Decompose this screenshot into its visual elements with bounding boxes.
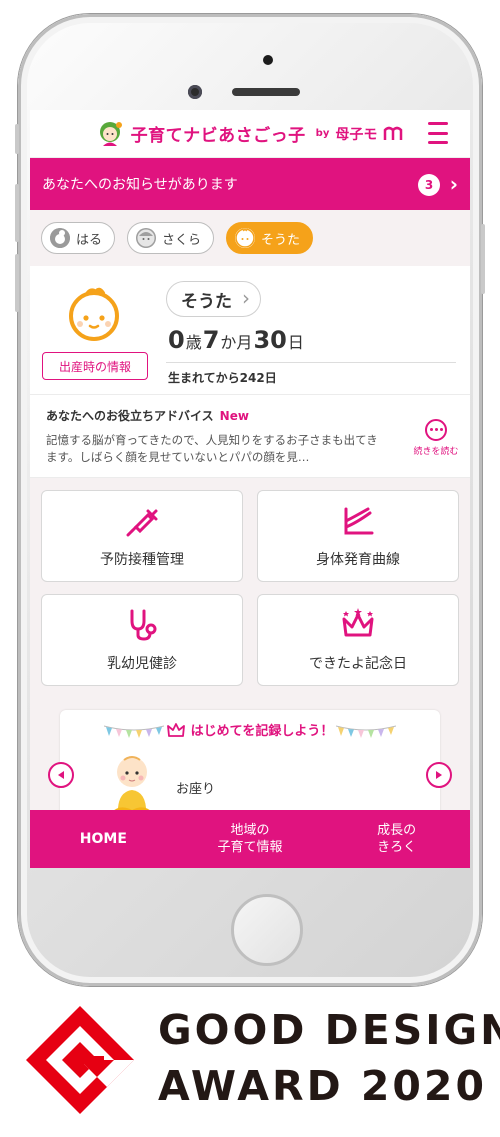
- notification-count-badge: 3: [418, 174, 440, 196]
- new-badge: New: [219, 409, 249, 423]
- health-checkup-button[interactable]: 乳幼児健診: [41, 594, 243, 686]
- child-name-label: はる: [76, 232, 103, 248]
- logo-girl-icon: [99, 121, 122, 146]
- app-logo[interactable]: 子育てナビあさごっ子 by 母子モ: [95, 119, 406, 149]
- speech-bubble-icon: [425, 419, 447, 441]
- g-mark-logo: [26, 1006, 134, 1114]
- notification-text: あなたへのお知らせがあります: [42, 177, 238, 193]
- crown-icon: [166, 722, 185, 737]
- boshimo-logo: 母子モ: [335, 126, 378, 143]
- child-souta-avatar-icon: [235, 228, 256, 248]
- award-title: GOOD DESIGN AWARD 2020: [158, 1002, 500, 1114]
- read-more-button[interactable]: 続きを読む: [412, 419, 460, 457]
- boshimo-m-icon: [384, 126, 403, 140]
- menu-label: 身体発育曲線: [316, 552, 400, 568]
- child-age: 0 歳 7 か月 30 日: [168, 326, 305, 354]
- triangle-right-icon: [436, 771, 442, 779]
- home-button[interactable]: [231, 894, 303, 966]
- first-record-carousel[interactable]: はじめてを記録しよう！ お座り: [60, 710, 440, 820]
- menu-label: 乳幼児健診: [107, 656, 177, 672]
- tab-local-info[interactable]: 地域の 子育て情報: [177, 810, 324, 868]
- earpiece-speaker: [232, 88, 300, 96]
- mute-switch: [15, 124, 19, 154]
- days-since-birth: 生まれてから242日: [168, 371, 277, 385]
- power-button: [481, 224, 485, 294]
- app-screen: 子育てナビあさごっ子 by 母子モ あなたへのお知らせがあります 3 › はる …: [30, 110, 470, 868]
- child-tab-sakura[interactable]: さくら: [127, 222, 215, 254]
- age-days-unit: 日: [287, 333, 304, 352]
- age-years-unit: 歳: [185, 333, 202, 352]
- logo-by: by: [315, 128, 330, 139]
- proximity-sensor: [188, 85, 202, 99]
- growth-curve-icon: [344, 507, 374, 535]
- menu-hamburger-icon[interactable]: [428, 122, 448, 144]
- award-line-2: AWARD 2020: [158, 1062, 487, 1110]
- read-more-label: 続きを読む: [413, 447, 459, 457]
- award-line-1: GOOD DESIGN: [158, 1006, 500, 1054]
- advice-card[interactable]: あなたへのお役立ちアドバイス New 記憶する脳が育ってきたので、人見知りをするお…: [30, 394, 470, 478]
- tab-label: 地域の 子育て情報: [217, 823, 283, 855]
- child-selector: はる さくら そうた: [30, 210, 470, 266]
- volume-down-button: [15, 254, 19, 312]
- crown-icon: [342, 608, 374, 637]
- child-tab-souta[interactable]: そうた: [226, 222, 314, 254]
- child-name-button[interactable]: そうた: [166, 281, 261, 317]
- advice-heading: あなたへのお役立ちアドバイス New: [46, 407, 454, 424]
- age-months: 7: [202, 326, 220, 354]
- logo-title: 子育てナビあさごっ子: [130, 126, 306, 146]
- syringe-icon: [126, 509, 158, 537]
- baby-avatar-icon: [69, 287, 119, 341]
- child-name-label: さくら: [162, 232, 202, 248]
- advice-title: あなたへのお役立ちアドバイス: [46, 409, 214, 423]
- tab-label: 成長の きろく: [377, 823, 417, 855]
- child-name-label: そうた: [261, 232, 301, 248]
- menu-label: 予防接種管理: [100, 552, 184, 568]
- volume-up-button: [15, 184, 19, 242]
- milestone-day-button[interactable]: できたよ記念日: [257, 594, 459, 686]
- carousel-next-button[interactable]: [426, 762, 452, 788]
- record-title: はじめてを記録しよう！: [190, 724, 334, 739]
- age-days: 30: [253, 326, 287, 354]
- front-camera: [263, 55, 273, 65]
- age-years: 0: [168, 326, 185, 354]
- child-profile: 出産時の情報 そうた 0 歳 7 か月 30 日 生まれてから242日: [30, 266, 470, 394]
- triangle-left-icon: [58, 771, 64, 779]
- record-item-label: お座り: [176, 782, 216, 797]
- birth-info-button[interactable]: 出産時の情報: [42, 352, 148, 380]
- growth-curve-button[interactable]: 身体発育曲線: [257, 490, 459, 582]
- carousel-prev-button[interactable]: [48, 762, 74, 788]
- stethoscope-icon: [130, 609, 157, 641]
- age-months-unit: か月: [220, 333, 253, 352]
- tab-label: HOME: [79, 830, 127, 847]
- vaccination-button[interactable]: 予防接種管理: [41, 490, 243, 582]
- tab-growth-record[interactable]: 成長の きろく: [323, 810, 470, 868]
- notification-banner[interactable]: あなたへのお知らせがあります 3 ›: [30, 158, 470, 210]
- child-tab-haru[interactable]: はる: [41, 222, 116, 254]
- child-haru-avatar-icon: [50, 228, 70, 248]
- good-design-award: GOOD DESIGN AWARD 2020: [0, 986, 500, 1137]
- sitting-baby-illustration: [112, 756, 152, 818]
- bottom-tab-bar: HOME 地域の 子育て情報 成長の きろく: [30, 810, 470, 868]
- child-sakura-avatar-icon: [136, 228, 157, 248]
- bunting-flags-icon: [336, 725, 396, 738]
- advice-body: 記憶する脳が育ってきたので、人見知りをするお子さまも出てきます。しばらく顔を見せ…: [46, 433, 378, 464]
- divider: [166, 362, 456, 363]
- app-header: 子育てナビあさごっ子 by 母子モ: [30, 110, 470, 158]
- tab-home[interactable]: HOME: [30, 810, 177, 868]
- menu-label: できたよ記念日: [309, 656, 407, 672]
- chevron-right-icon: ›: [449, 172, 458, 196]
- feature-menu: 予防接種管理 身体発育曲線 乳幼児健診 できたよ記念日: [30, 478, 470, 686]
